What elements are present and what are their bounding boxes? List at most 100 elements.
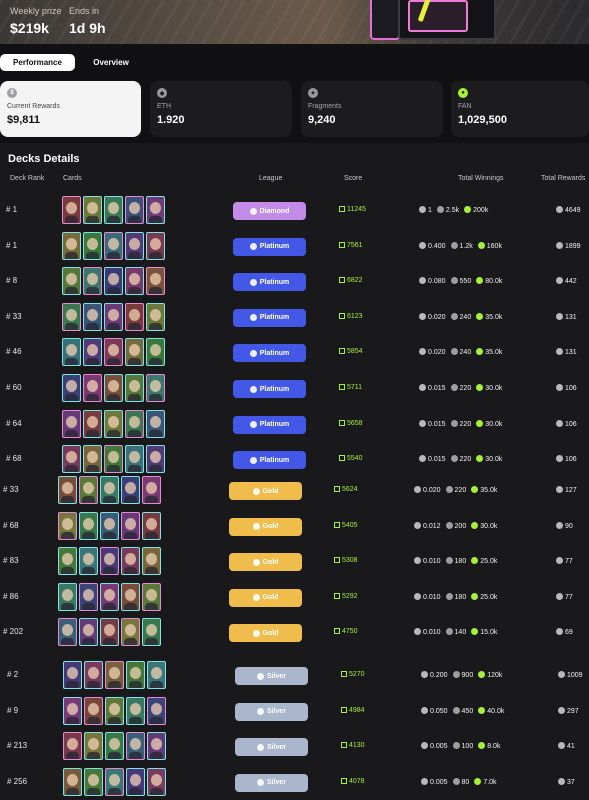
player-card-image[interactable] — [83, 231, 102, 260]
player-card-image[interactable] — [83, 338, 102, 367]
table-row[interactable]: # 202 Gold 4750 0.010 140 15.0k 69 — [0, 615, 589, 651]
player-card-image[interactable] — [121, 547, 140, 576]
player-card-image[interactable] — [84, 661, 103, 689]
player-card-image[interactable] — [146, 302, 165, 331]
player-card-image[interactable] — [121, 618, 140, 647]
player-card-image[interactable] — [146, 409, 165, 438]
player-card-image[interactable] — [126, 767, 145, 796]
player-card-image[interactable] — [84, 767, 103, 796]
player-card-image[interactable] — [125, 445, 144, 474]
player-card-image[interactable] — [121, 511, 140, 540]
player-card-image[interactable] — [146, 338, 165, 367]
tab-overview[interactable]: Overview — [81, 54, 141, 71]
player-card-image[interactable] — [83, 409, 102, 438]
player-card-image[interactable] — [62, 338, 81, 367]
table-row[interactable]: # 64 Platinum 5658 0.015 220 30.0k 106 — [0, 407, 589, 443]
player-card-image[interactable] — [142, 511, 161, 540]
player-card-image[interactable] — [79, 511, 98, 540]
player-card-image[interactable] — [147, 696, 166, 725]
table-row[interactable]: # 1 Platinum 7561 0.400 1.2k 160k 1899 — [0, 229, 589, 265]
table-row[interactable]: # 46 Platinum 5854 0.020 240 35.0k 131 — [0, 335, 589, 371]
player-card-image[interactable] — [79, 547, 98, 576]
player-card-image[interactable] — [58, 511, 77, 540]
player-card-image[interactable] — [121, 582, 140, 611]
player-card-image[interactable] — [125, 409, 144, 438]
table-row[interactable]: # 9 Silver 4984 0.050 450 40.0k 297 — [0, 694, 589, 730]
player-card-image[interactable] — [125, 231, 144, 260]
player-card-image[interactable] — [125, 302, 144, 331]
player-card-image[interactable] — [147, 732, 166, 761]
player-card-image[interactable] — [100, 547, 119, 576]
player-card-image[interactable] — [146, 231, 165, 260]
player-card-image[interactable] — [126, 696, 145, 725]
player-card-image[interactable] — [63, 661, 82, 689]
player-card-image[interactable] — [126, 661, 145, 689]
player-card-image[interactable] — [100, 511, 119, 540]
player-card-image[interactable] — [58, 547, 77, 576]
player-card-image[interactable] — [125, 374, 144, 402]
table-row[interactable]: # 33 Platinum 6123 0.020 240 35.0k 131 — [0, 300, 589, 336]
table-row[interactable]: # 83 Gold 5308 0.010 180 25.0k 77 — [0, 544, 589, 580]
player-card-image[interactable] — [142, 582, 161, 611]
player-card-image[interactable] — [125, 196, 144, 224]
player-card-image[interactable] — [100, 476, 119, 504]
table-row[interactable]: # 8 Platinum 6822 0.080 550 80.0k 442 — [0, 264, 589, 300]
player-card-image[interactable] — [146, 374, 165, 402]
player-card-image[interactable] — [105, 661, 124, 689]
player-card-image[interactable] — [142, 547, 161, 576]
tab-performance[interactable]: Performance — [0, 54, 75, 71]
player-card-image[interactable] — [104, 445, 123, 474]
table-row[interactable]: # 68 Gold 5405 0.012 200 30.0k 90 — [0, 509, 589, 545]
player-card-image[interactable] — [83, 374, 102, 402]
player-card-image[interactable] — [83, 196, 102, 224]
player-card-image[interactable] — [58, 582, 77, 611]
player-card-image[interactable] — [58, 618, 77, 647]
player-card-image[interactable] — [105, 767, 124, 796]
player-card-image[interactable] — [126, 732, 145, 761]
player-card-image[interactable] — [142, 476, 161, 504]
player-card-image[interactable] — [100, 618, 119, 647]
player-card-image[interactable] — [104, 374, 123, 402]
player-card-image[interactable] — [79, 476, 98, 504]
player-card-image[interactable] — [62, 231, 81, 260]
player-card-image[interactable] — [79, 582, 98, 611]
player-card-image[interactable] — [62, 374, 81, 402]
player-card-image[interactable] — [104, 302, 123, 331]
player-card-image[interactable] — [146, 196, 165, 224]
table-row[interactable]: # 33 Gold 5624 0.020 220 35.0k 127 — [0, 473, 589, 509]
player-card-image[interactable] — [63, 767, 82, 796]
player-card-image[interactable] — [125, 267, 144, 296]
table-row[interactable]: # 256 Silver 4078 0.005 80 7.0k 37 — [0, 765, 589, 800]
player-card-image[interactable] — [146, 445, 165, 474]
player-card-image[interactable] — [104, 338, 123, 367]
player-card-image[interactable] — [63, 696, 82, 725]
player-card-image[interactable] — [104, 409, 123, 438]
player-card-image[interactable] — [83, 267, 102, 296]
player-card-image[interactable] — [104, 267, 123, 296]
player-card-image[interactable] — [62, 267, 81, 296]
player-card-image[interactable] — [84, 732, 103, 761]
player-card-image[interactable] — [84, 696, 103, 725]
player-card-image[interactable] — [125, 338, 144, 367]
player-card-image[interactable] — [62, 409, 81, 438]
table-row[interactable]: # 86 Gold 5292 0.010 180 25.0k 77 — [0, 580, 589, 616]
player-card-image[interactable] — [58, 476, 77, 504]
table-row[interactable]: # 1 Diamond 11245 1 2.5k 200k 4649 — [0, 193, 589, 229]
player-card-image[interactable] — [83, 302, 102, 331]
player-card-image[interactable] — [62, 445, 81, 474]
player-card-image[interactable] — [63, 732, 82, 761]
player-card-image[interactable] — [104, 196, 123, 224]
player-card-image[interactable] — [146, 267, 165, 296]
player-card-image[interactable] — [79, 618, 98, 647]
table-row[interactable]: # 2 Silver 5270 0.200 900 120k 1009 — [0, 658, 589, 694]
table-row[interactable]: # 60 Platinum 5711 0.015 220 30.0k 106 — [0, 371, 589, 407]
player-card-image[interactable] — [105, 696, 124, 725]
player-card-image[interactable] — [62, 302, 81, 331]
player-card-image[interactable] — [142, 618, 161, 647]
table-row[interactable]: # 213 Silver 4130 0.005 100 8.0k 41 — [0, 729, 589, 765]
player-card-image[interactable] — [105, 732, 124, 761]
player-card-image[interactable] — [147, 661, 166, 689]
player-card-image[interactable] — [147, 767, 166, 796]
player-card-image[interactable] — [121, 476, 140, 504]
player-card-image[interactable] — [83, 445, 102, 474]
